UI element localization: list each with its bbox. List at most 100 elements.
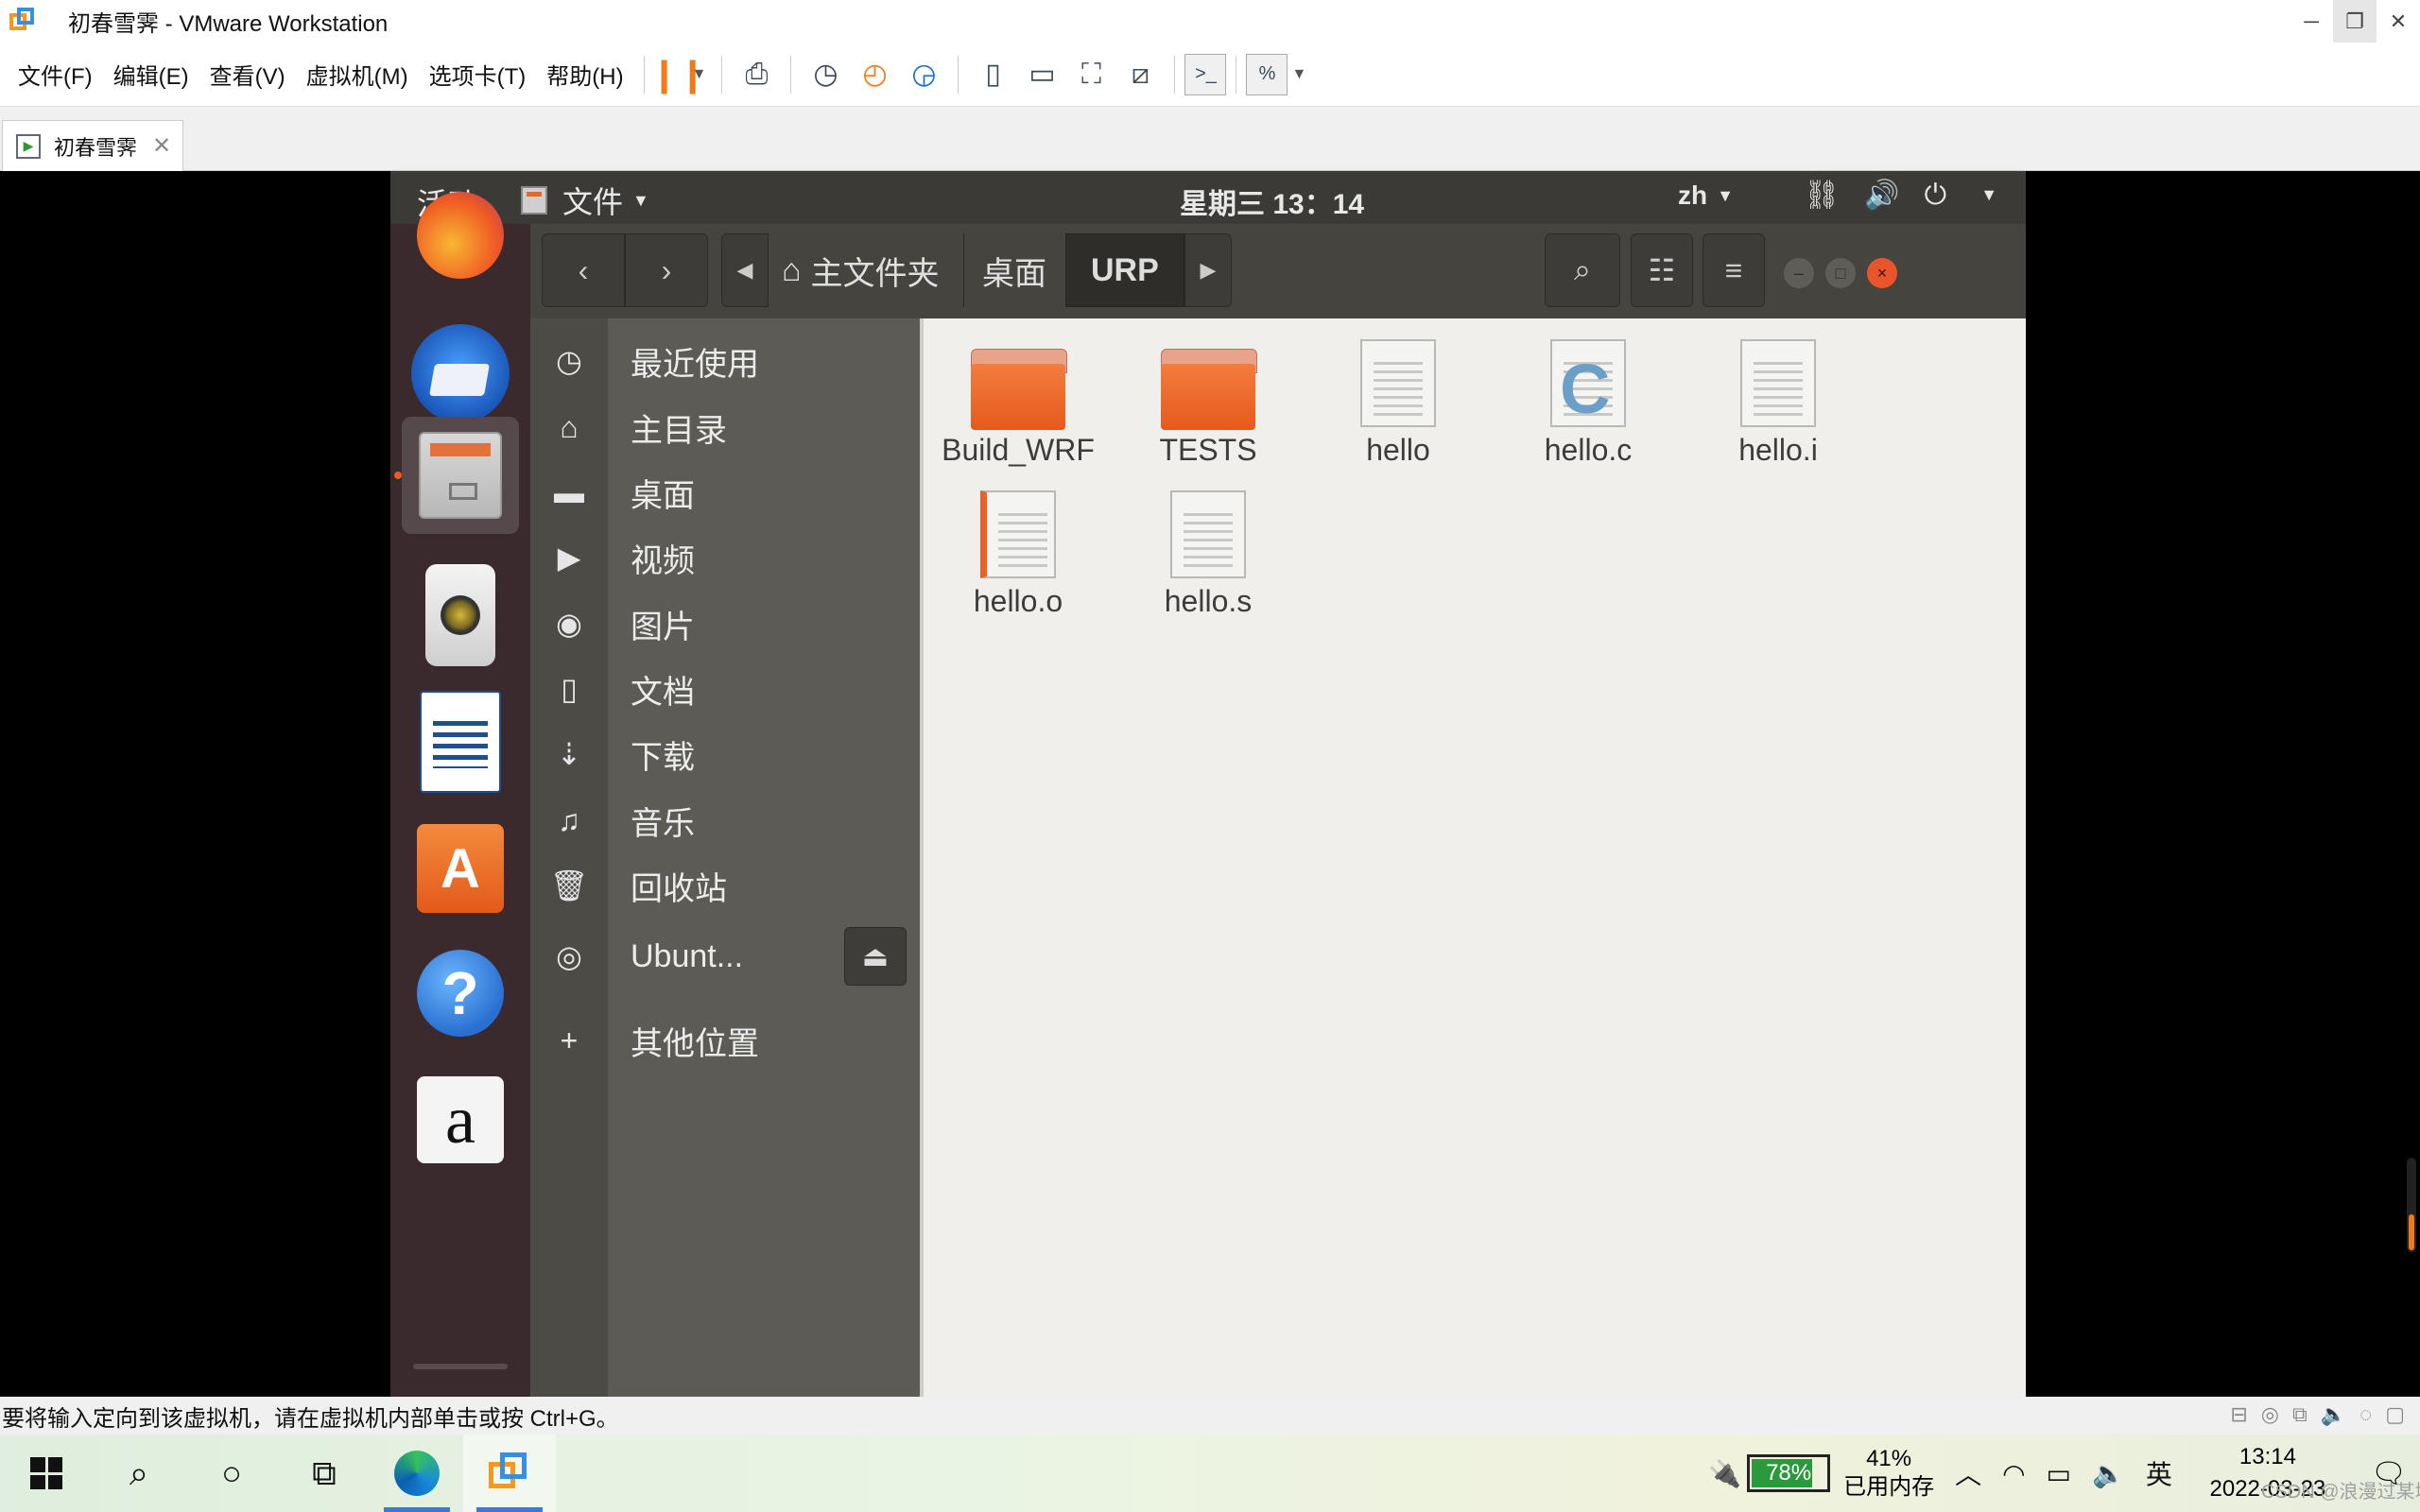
battery-indicator[interactable]: 78% <box>1747 1454 1831 1492</box>
menu-button[interactable]: ≡ <box>1703 233 1765 307</box>
sidebar-view-icon[interactable]: ▯ <box>968 50 1017 99</box>
thunderbird-launcher[interactable] <box>402 315 519 432</box>
ime-indicator[interactable]: 英 <box>2146 1454 2172 1492</box>
search-button[interactable]: ⌕ <box>1545 233 1620 307</box>
vmware-taskbar-button[interactable] <box>463 1435 556 1512</box>
amazon-launcher[interactable]: a <box>402 1061 519 1178</box>
battery-icon[interactable]: ▭ <box>2047 1458 2071 1489</box>
wm-minimize-button[interactable]: – <box>1784 258 1814 288</box>
snapshot-manager-icon[interactable]: ◶ <box>899 50 948 99</box>
breadcrumb-urp-label: URP <box>1091 251 1159 288</box>
fullscreen-icon[interactable]: ⛶ <box>1066 50 1115 99</box>
input-method-menu[interactable]: zh ▼ <box>1678 180 1734 211</box>
help-launcher[interactable]: ? <box>402 935 519 1052</box>
sound-card-icon[interactable]: 🔈 <box>2321 1402 2346 1427</box>
sidebar-item-label: 音乐 <box>631 805 695 842</box>
tab-close-icon[interactable]: ✕ <box>152 132 171 160</box>
view-toggle-button[interactable]: ☷ <box>1631 233 1693 307</box>
files-launcher[interactable] <box>402 417 519 534</box>
sidebar-item-recent[interactable]: ◷ 最近使用 <box>530 332 920 390</box>
path-scroll-left-button[interactable]: ◀ <box>721 233 769 307</box>
file-item[interactable]: hello.o <box>924 477 1113 619</box>
pause-dropdown-icon[interactable]: ▼ <box>692 66 707 83</box>
wm-maximize-button[interactable]: □ <box>1825 258 1856 288</box>
sidebar-item-videos[interactable]: ▶ 视频 <box>530 528 920 587</box>
breadcrumb-desktop[interactable]: 桌面 <box>982 233 1046 307</box>
menu-edit[interactable]: 编辑(E) <box>103 58 199 91</box>
path-scroll-right-button[interactable]: ▶ <box>1184 233 1232 307</box>
cortana-button[interactable]: ○ <box>185 1435 278 1512</box>
menu-vm[interactable]: 虚拟机(M) <box>296 58 419 91</box>
cd-drive-icon[interactable]: ◎ <box>2261 1402 2279 1427</box>
thumbnail-view-icon[interactable]: ▭ <box>1017 50 1066 99</box>
start-button[interactable] <box>0 1435 93 1512</box>
file-item[interactable]: hello.s <box>1114 477 1303 619</box>
stretch-icon[interactable]: % <box>1246 53 1288 95</box>
vm-display[interactable]: 活动 文件 ▼ 星期三 13：14 zh ▼ ⛓ 🔊 ⏻ ▼ <box>0 171 2420 1397</box>
network-adapter-icon[interactable]: ⧉ <box>2292 1402 2308 1427</box>
files-app-icon <box>521 186 547 215</box>
task-view-button[interactable]: ⧉ <box>278 1435 371 1512</box>
task-view-icon: ⧉ <box>312 1452 337 1492</box>
console-icon[interactable]: >_ <box>1184 53 1227 95</box>
search-button[interactable]: ⌕ <box>93 1435 185 1512</box>
menu-view[interactable]: 查看(V) <box>199 58 296 91</box>
file-item[interactable]: Build_WRF <box>924 326 1113 468</box>
menu-file[interactable]: 文件(F) <box>0 58 103 91</box>
vm-tab[interactable]: ▶ 初春雪霁 ✕ <box>2 120 183 171</box>
snapshot-icon[interactable]: ◷ <box>801 50 850 99</box>
vm-scrollbar[interactable] <box>2407 1158 2416 1252</box>
back-button[interactable]: ‹ <box>542 233 625 307</box>
memory-usage[interactable]: 41% 已用内存 <box>1843 1445 1934 1502</box>
app-menu[interactable]: 文件 ▼ <box>521 179 649 222</box>
sidebar-item-pictures[interactable]: ◉ 图片 <box>530 594 920 653</box>
sidebar-item-home[interactable]: ⌂ 主目录 <box>530 398 920 456</box>
window-title: 初春雪霁 - VMware Workstation <box>68 11 389 37</box>
file-item[interactable]: TESTS <box>1114 326 1303 468</box>
topbar-clock[interactable]: 星期三 13：14 <box>1180 180 1364 222</box>
close-button[interactable]: ✕ <box>2377 0 2420 43</box>
send-ctrl-alt-del-icon[interactable]: ⎙ <box>732 50 781 99</box>
stretch-dropdown-icon[interactable]: ▼ <box>1291 66 1306 83</box>
edge-taskbar-button[interactable] <box>371 1435 463 1512</box>
hard-disk-icon[interactable]: ⊟ <box>2230 1402 2247 1427</box>
eject-button[interactable]: ⏏ <box>844 927 907 986</box>
sidebar-item-label: 其他位置 <box>631 1025 759 1062</box>
file-item[interactable]: C hello.c <box>1494 326 1683 468</box>
menu-help[interactable]: 帮助(H) <box>536 58 633 91</box>
volume-icon[interactable]: 🔈 <box>2092 1458 2125 1489</box>
usb-icon[interactable]: ◌ <box>2360 1402 2372 1427</box>
rhythmbox-launcher[interactable] <box>402 557 519 674</box>
restore-button[interactable]: ❐ <box>2333 0 2377 43</box>
sidebar-item-desktop[interactable]: ▬ 桌面 <box>530 463 920 522</box>
ubuntu-desktop[interactable]: 活动 文件 ▼ 星期三 13：14 zh ▼ ⛓ 🔊 ⏻ ▼ <box>390 171 2026 1397</box>
file-item[interactable]: hello.i <box>1684 326 1873 468</box>
firefox-launcher[interactable] <box>402 177 519 294</box>
minimize-button[interactable]: ─ <box>2290 0 2333 43</box>
breadcrumb-home[interactable]: ⌂ 主文件夹 <box>774 233 947 307</box>
system-menu[interactable]: ⛓ 🔊 ⏻ ▼ <box>1804 179 1997 212</box>
menu-tabs[interactable]: 选项卡(T) <box>419 58 537 91</box>
file-item[interactable]: hello <box>1304 326 1493 468</box>
message-log-icon[interactable]: ▢ <box>2385 1402 2405 1427</box>
writer-launcher[interactable] <box>402 683 519 800</box>
sidebar-item-documents[interactable]: ▯ 文档 <box>530 660 920 718</box>
sidebar-item-other-locations[interactable]: + 其他位置 <box>530 1011 920 1070</box>
rhythmbox-icon <box>425 564 495 666</box>
file-grid: Build_WRF TESTS hello C hello.c hello.i <box>924 318 2026 1397</box>
vmware-menubar: 文件(F) 编辑(E) 查看(V) 虚拟机(M) 选项卡(T) 帮助(H) ❙❙… <box>0 43 2420 107</box>
sidebar-item-trash[interactable]: 🗑 回收站 <box>530 856 920 915</box>
chevron-up-icon[interactable]: ︿ <box>1955 1454 1981 1492</box>
sidebar-item-music[interactable]: ♫ 音乐 <box>530 791 920 850</box>
breadcrumb-urp[interactable]: URP <box>1065 233 1184 307</box>
sidebar-item-downloads[interactable]: ⇣ 下载 <box>530 725 920 783</box>
object-file-icon <box>980 490 1056 578</box>
wifi-icon[interactable]: ◠ <box>2002 1458 2025 1489</box>
revert-snapshot-icon[interactable]: ◴ <box>850 50 899 99</box>
forward-button[interactable]: › <box>625 233 708 307</box>
wm-close-button[interactable]: × <box>1867 258 1897 288</box>
software-launcher[interactable]: A <box>402 810 519 927</box>
thunderbird-icon <box>411 324 510 422</box>
unity-icon[interactable]: ⧄ <box>1115 50 1165 99</box>
plus-icon: + <box>560 1022 579 1057</box>
